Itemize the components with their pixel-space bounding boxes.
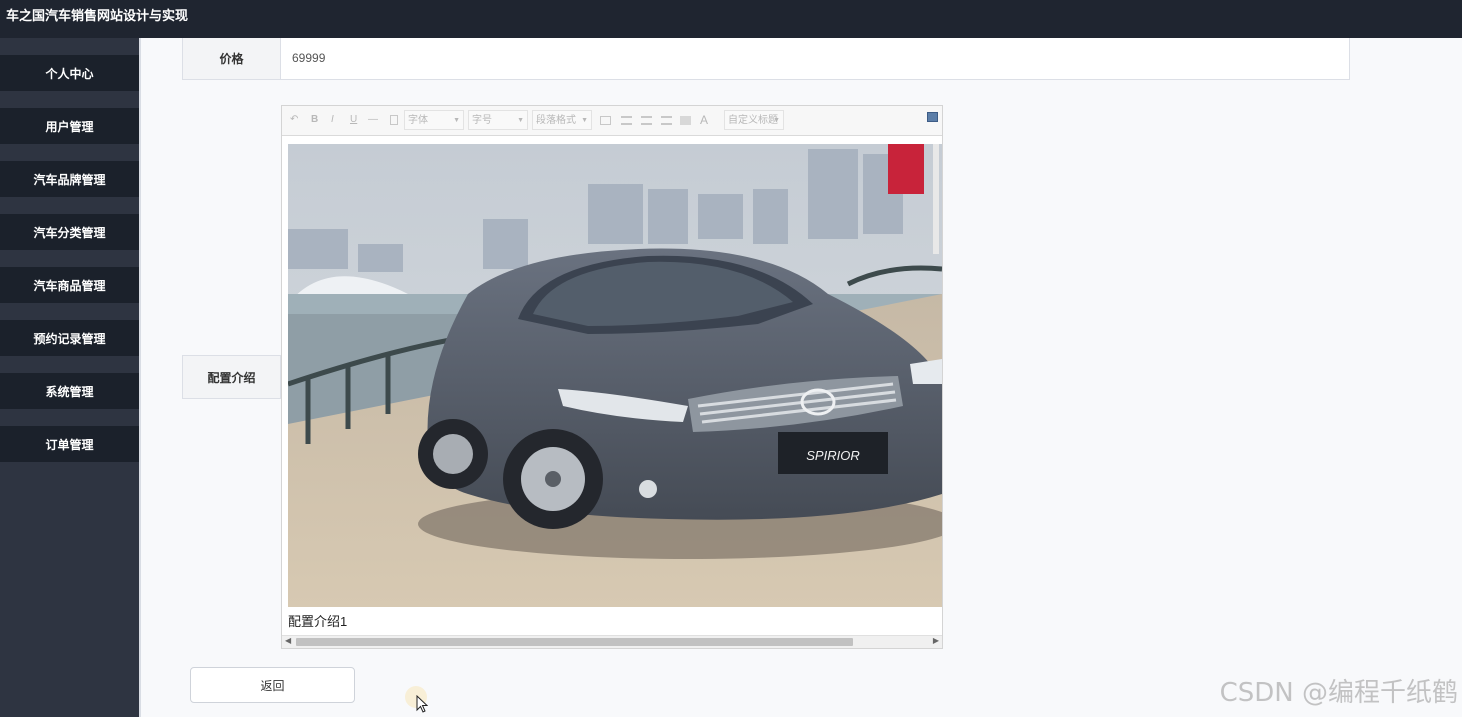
italic-icon[interactable]: I: [331, 112, 334, 128]
paragraph-format-label: 段落格式: [536, 115, 576, 126]
price-value: 69999: [292, 51, 326, 65]
sidebar-item-car-brand-management[interactable]: 汽车品牌管理: [0, 161, 139, 197]
align-right-icon[interactable]: [661, 116, 672, 125]
scrollbar-thumb[interactable]: [296, 638, 853, 646]
bold-icon[interactable]: B: [311, 112, 318, 128]
font-color-icon[interactable]: A: [700, 112, 708, 128]
sidebar-item-reservation-management[interactable]: 预约记录管理: [0, 320, 139, 356]
fullscreen-icon[interactable]: [927, 112, 938, 122]
rich-text-editor[interactable]: ↶ B I U — 字体 ▼ 字号 ▼ 段落格式 ▼ A 自定义标题 ▼ SPI…: [281, 105, 943, 649]
font-size-select[interactable]: 字号 ▼: [468, 110, 528, 130]
sidebar-item-user-management[interactable]: 用户管理: [0, 108, 139, 144]
chevron-down-icon: ▼: [517, 117, 524, 124]
paragraph-format-select[interactable]: 段落格式 ▼: [532, 110, 592, 130]
car-photo-graphic: SPIRIOR: [288, 144, 942, 607]
underline-icon[interactable]: U: [350, 112, 357, 128]
main-content: 价格 69999 配置介绍 ↶ B I U — 字体 ▼ 字号 ▼ 段落格式 ▼ A …: [143, 38, 1462, 717]
car-photo: SPIRIOR: [288, 144, 942, 607]
align-center-icon[interactable]: [641, 116, 652, 125]
horizontal-scrollbar[interactable]: ◀ ▶: [282, 635, 942, 648]
sidebar-item-car-category-management[interactable]: 汽车分类管理: [0, 214, 139, 250]
custom-title-label: 自定义标题: [728, 115, 778, 126]
price-row: 价格 69999: [182, 38, 1350, 80]
sidebar-item-car-product-management[interactable]: 汽车商品管理: [0, 267, 139, 303]
font-size-label: 字号: [472, 115, 492, 126]
editor-content-caption: 配置介绍1: [288, 614, 348, 629]
table-icon[interactable]: [600, 116, 611, 125]
font-family-select[interactable]: 字体 ▼: [404, 110, 464, 130]
top-header-bar: 车之国汽车销售网站设计与实现: [0, 0, 1462, 38]
horizontal-rule-icon[interactable]: —: [368, 112, 378, 128]
chevron-down-icon: ▼: [453, 117, 460, 124]
app-title: 车之国汽车销售网站设计与实现: [6, 8, 189, 23]
license-plate-text: SPIRIOR: [806, 448, 859, 463]
back-button[interactable]: 返回: [190, 667, 355, 703]
sidebar-item-system-management[interactable]: 系统管理: [0, 373, 139, 409]
scroll-left-icon[interactable]: ◀: [285, 636, 291, 645]
chevron-down-icon: ▼: [581, 117, 588, 124]
editor-toolbar: ↶ B I U — 字体 ▼ 字号 ▼ 段落格式 ▼ A 自定义标题 ▼: [282, 106, 942, 136]
mouse-cursor-icon: [416, 695, 428, 713]
sidebar-item-order-management[interactable]: 订单管理: [0, 426, 139, 462]
chevron-down-icon: ▼: [773, 117, 780, 124]
custom-title-select[interactable]: 自定义标题 ▼: [724, 110, 784, 130]
font-family-label: 字体: [408, 115, 428, 126]
config-intro-label: 配置介绍: [182, 355, 281, 399]
watermark-text: CSDN @编程千纸鹤: [1219, 678, 1458, 708]
sidebar-item-personal-center[interactable]: 个人中心: [0, 55, 139, 91]
paste-icon[interactable]: [390, 115, 398, 125]
align-left-icon[interactable]: [621, 116, 632, 125]
undo-icon[interactable]: ↶: [290, 112, 298, 128]
price-label: 价格: [183, 38, 281, 79]
align-justify-icon[interactable]: [680, 116, 691, 125]
sidebar: 个人中心 用户管理 汽车品牌管理 汽车分类管理 汽车商品管理 预约记录管理 系统…: [0, 38, 141, 717]
scroll-right-icon[interactable]: ▶: [933, 636, 939, 645]
